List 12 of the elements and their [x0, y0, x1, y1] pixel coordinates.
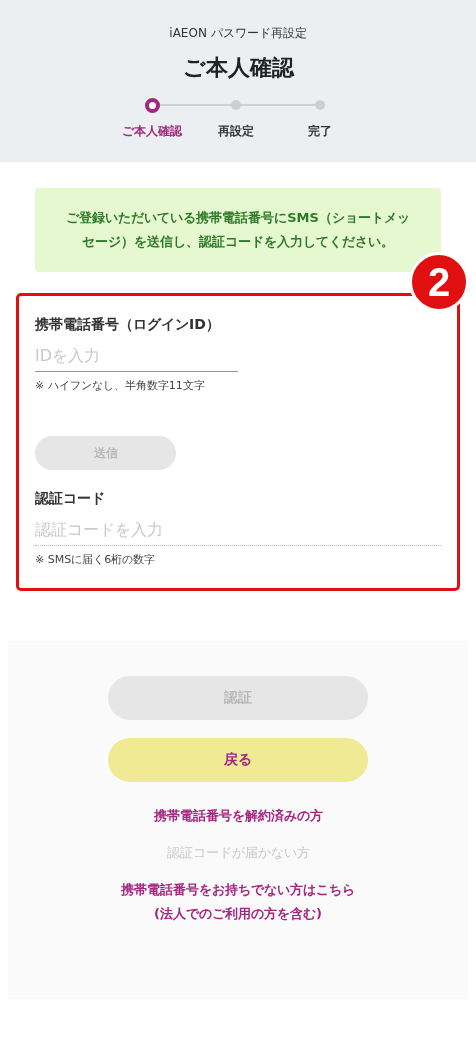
field-label: 携帯電話番号（ログインID）	[35, 315, 221, 334]
app-title: iAEON パスワード再設定	[168, 25, 308, 42]
step-label: 再設定	[218, 124, 254, 138]
field-label: 認証コード	[35, 489, 106, 508]
back-button[interactable]: 戻る	[108, 738, 368, 782]
help-link[interactable]: 携帯電話番号を解約済みの方	[153, 804, 323, 828]
help-link[interactable]: 携帯電話番号をお持ちでない方はこちら (法人でのご利用の方を含む)	[121, 878, 355, 926]
step-label: ご本人確認	[122, 124, 182, 138]
step-label: 完了	[308, 124, 332, 138]
page-title: ご本人確認	[181, 54, 296, 82]
field-note: ※ ハイフンなし、半角数字11文字	[35, 378, 206, 394]
field-note: ※ SMSに届く6桁の数字	[35, 552, 157, 568]
